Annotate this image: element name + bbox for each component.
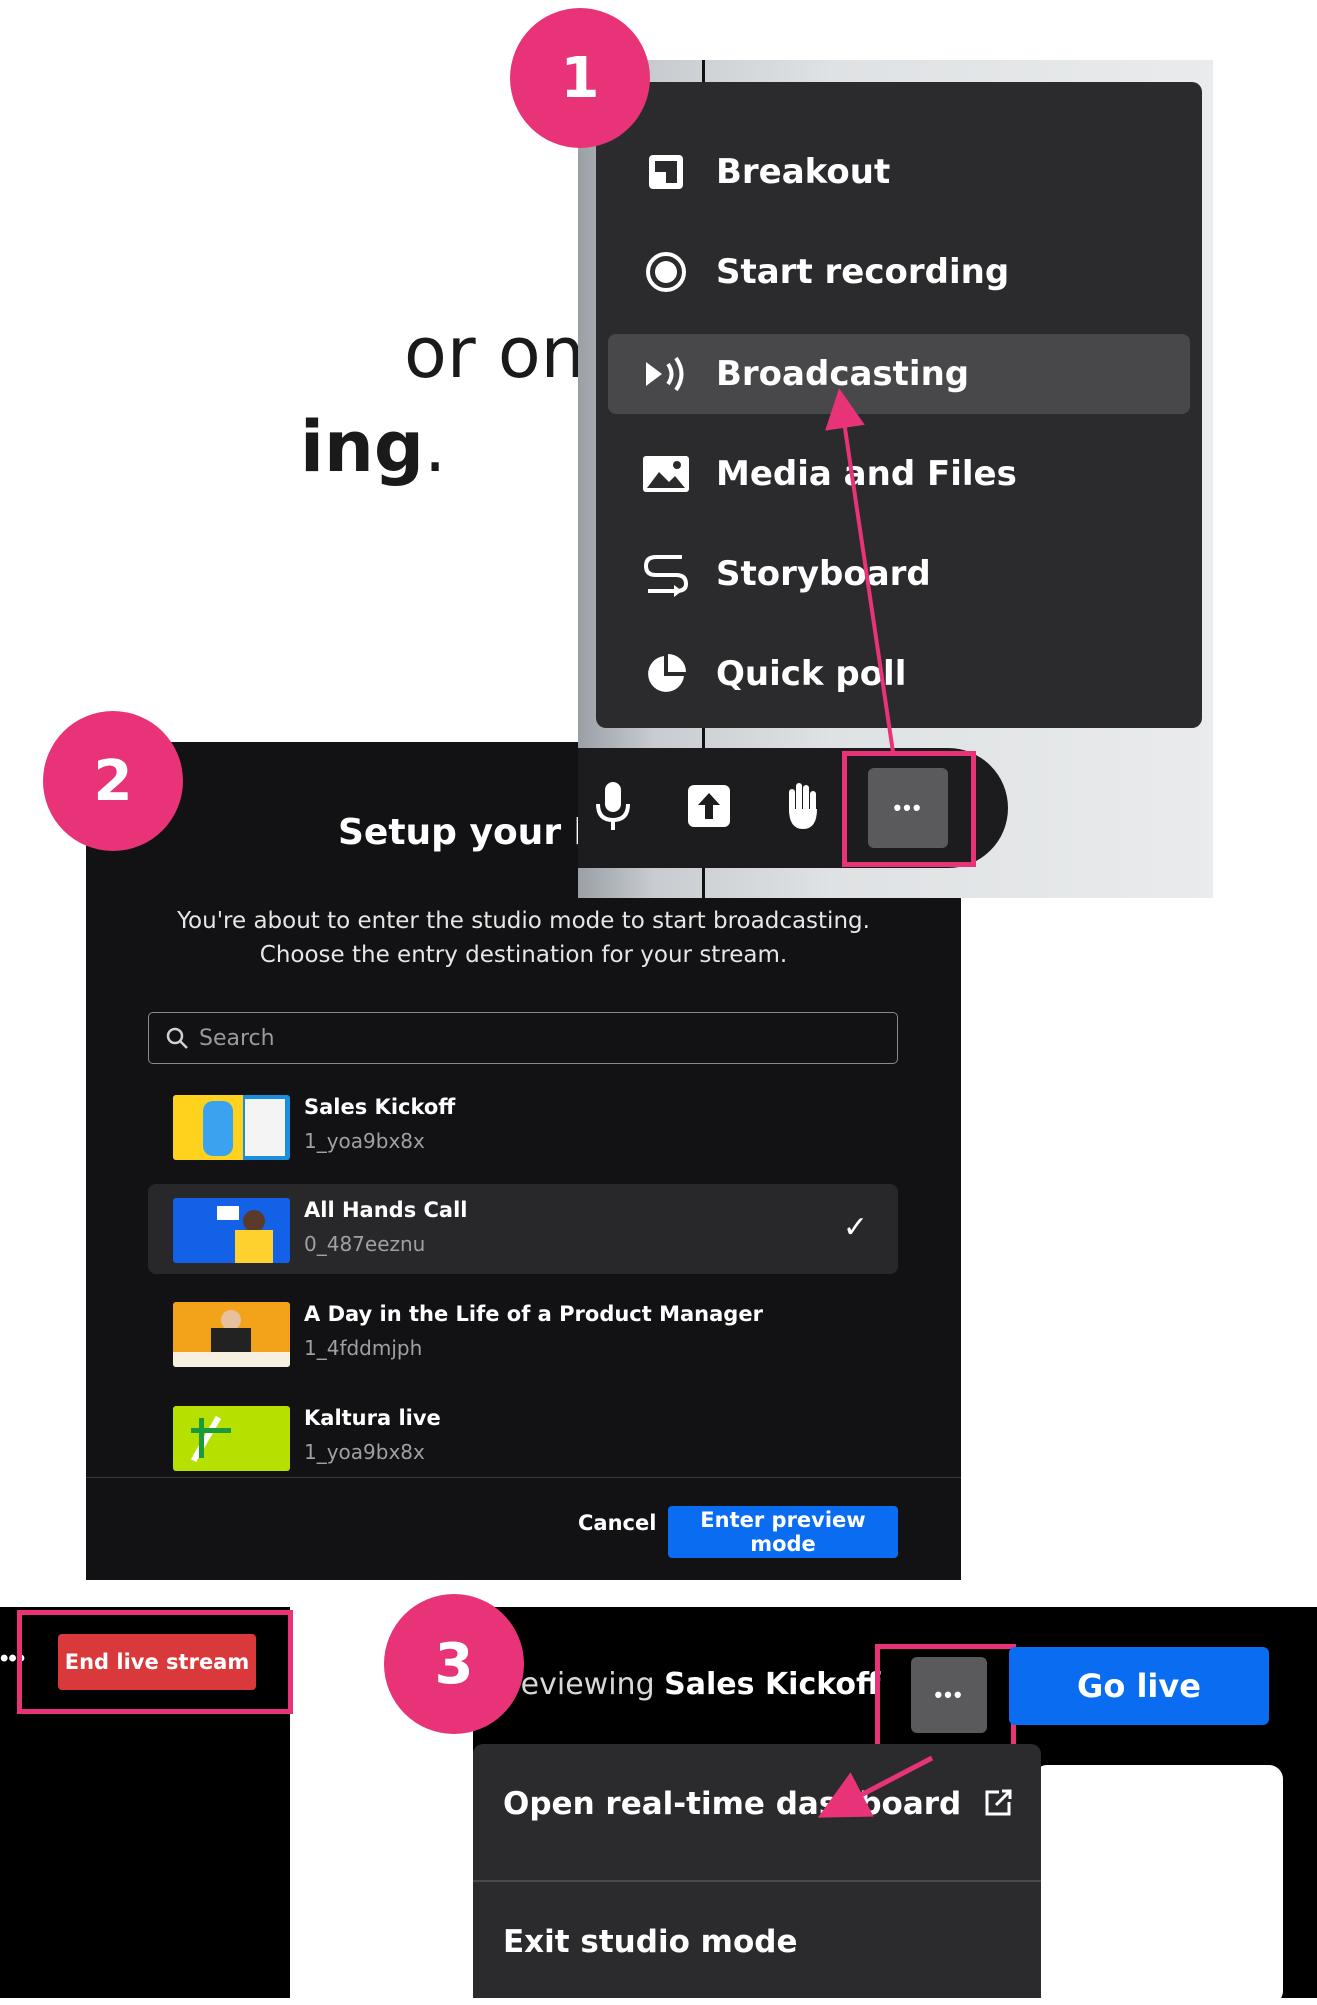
footer-divider: [86, 1477, 961, 1478]
entry-thumbnail: [173, 1095, 290, 1160]
previewing-label: reviewing Sales Kickoff: [509, 1667, 880, 1702]
entry-thumbnail: [173, 1406, 290, 1471]
entry-item[interactable]: Kaltura live 1_yoa9bx8x: [148, 1392, 898, 1482]
menu-item-label: Open real-time dashboard: [503, 1786, 962, 1822]
step-badge-2: 2: [43, 711, 183, 851]
search-placeholder: Search: [199, 1025, 275, 1051]
search-input[interactable]: Search: [148, 1012, 898, 1064]
cancel-button[interactable]: Cancel: [572, 1510, 662, 1536]
raise-hand-icon: [781, 779, 825, 838]
breakout-icon: [640, 146, 692, 198]
live-stream-bar: ••• End live stream: [0, 1607, 293, 1998]
menu-item-broadcasting[interactable]: Broadcasting: [608, 334, 1190, 414]
entry-name: A Day in the Life of a Product Manager: [304, 1302, 763, 1326]
previewing-name: Sales Kickoff: [664, 1667, 881, 1702]
more-actions-menu: Breakout Start recording Broadcasting Me…: [596, 82, 1202, 728]
menu-item-label: Breakout: [716, 152, 891, 192]
menu-item-label: Exit studio mode: [503, 1924, 798, 1960]
menu-item-label: Broadcasting: [716, 354, 970, 394]
menu-item-label: Media and Files: [716, 454, 1017, 494]
highlight-box: [17, 1610, 293, 1714]
entry-name: Kaltura live: [304, 1406, 441, 1430]
menu-item-label: Storyboard: [716, 554, 931, 594]
record-icon: [640, 246, 692, 298]
entry-item[interactable]: A Day in the Life of a Product Manager 1…: [148, 1288, 898, 1378]
highlight-box: [842, 751, 976, 867]
share-button[interactable]: [674, 773, 744, 843]
entry-name: All Hands Call: [304, 1198, 468, 1222]
entry-id: 0_487eeznu: [304, 1232, 426, 1256]
entry-id: 1_yoa9bx8x: [304, 1129, 425, 1153]
share-upload-icon: [686, 783, 732, 834]
menu-item-start-recording[interactable]: Start recording: [608, 232, 1190, 312]
slide-text-bold: ing: [300, 406, 424, 488]
dialog-description-1: You're about to enter the studio mode to…: [177, 908, 870, 934]
enter-preview-mode-button[interactable]: Enter preview mode: [668, 1506, 898, 1558]
entry-thumbnail: [173, 1302, 290, 1367]
entry-name: Sales Kickoff: [304, 1095, 456, 1119]
step-badge-1: 1: [510, 8, 650, 148]
slide-text-line2: ing.: [300, 412, 446, 482]
storyboard-icon: [640, 548, 692, 600]
menu-item-label: Start recording: [716, 252, 1010, 292]
meeting-toolbar: •••: [578, 748, 1008, 868]
entry-thumbnail: [173, 1198, 290, 1263]
raise-hand-button[interactable]: [768, 773, 838, 843]
search-icon: [165, 1026, 189, 1050]
image-icon: [640, 448, 692, 500]
dialog-description-2: Choose the entry destination for your st…: [259, 942, 788, 968]
meeting-panel: Breakout Start recording Broadcasting Me…: [578, 60, 1213, 898]
menu-divider: [473, 1880, 1041, 1882]
menu-item-breakout[interactable]: Breakout: [608, 132, 1190, 212]
menu-item-exit-studio[interactable]: Exit studio mode: [503, 1924, 797, 1960]
menu-item-media-files[interactable]: Media and Files: [608, 434, 1190, 514]
slide-text-period: .: [423, 406, 447, 488]
studio-more-menu: Open real-time dashboard Exit studio mod…: [473, 1744, 1041, 1998]
microphone-icon: [593, 780, 633, 837]
previewing-prefix: reviewing: [509, 1667, 655, 1702]
microphone-button[interactable]: [578, 773, 648, 843]
menu-item-storyboard[interactable]: Storyboard: [608, 534, 1190, 614]
check-icon: ✓: [842, 1211, 868, 1244]
preview-canvas: [1033, 1765, 1283, 2005]
menu-item-open-dashboard[interactable]: Open real-time dashboard: [503, 1786, 1014, 1825]
dialog-title: Setup your br: [338, 812, 618, 853]
entry-item[interactable]: Sales Kickoff 1_yoa9bx8x: [148, 1081, 898, 1171]
step-badge-3: 3: [384, 1594, 524, 1734]
pie-chart-icon: [640, 648, 692, 700]
entry-id: 1_yoa9bx8x: [304, 1440, 425, 1464]
menu-item-label: Quick poll: [716, 654, 907, 694]
go-live-button[interactable]: Go live: [1009, 1647, 1269, 1725]
broadcast-icon: [640, 348, 692, 400]
studio-panel: reviewing Sales Kickoff ••• Go live Open…: [473, 1607, 1317, 2005]
menu-item-quick-poll[interactable]: Quick poll: [608, 634, 1190, 714]
entry-id: 1_4fddmjph: [304, 1336, 423, 1360]
entry-item-selected[interactable]: All Hands Call 0_487eeznu ✓: [148, 1184, 898, 1274]
external-link-icon: [984, 1787, 1014, 1825]
